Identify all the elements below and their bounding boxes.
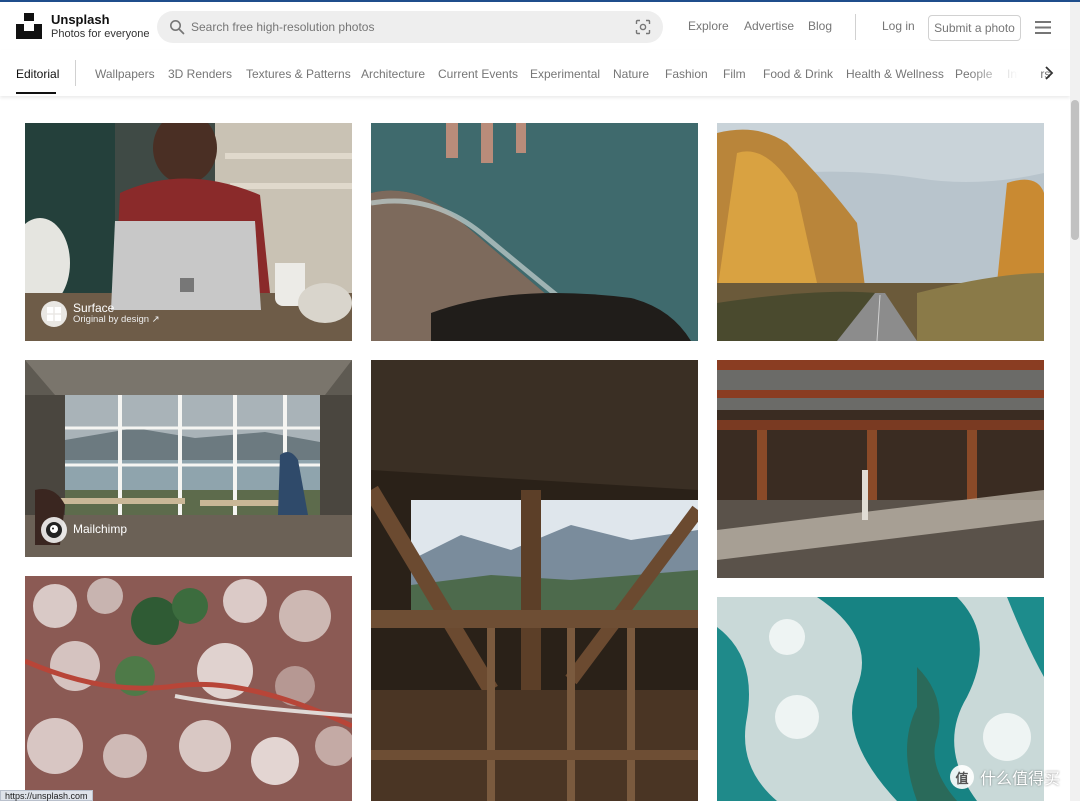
search-icon[interactable] <box>169 19 185 35</box>
photo-industrial-hall[interactable] <box>717 360 1044 578</box>
header: Unsplash Photos for everyone Explore Adv… <box>0 2 1070 50</box>
nav-explore[interactable]: Explore <box>688 19 729 33</box>
topic-food-drink[interactable]: Food & Drink <box>763 67 833 81</box>
topic-editorial[interactable]: Editorial <box>16 67 59 81</box>
windows-logo-icon <box>41 301 67 327</box>
topic-experimental[interactable]: Experimental <box>530 67 600 81</box>
industrial-hall-art <box>717 360 1044 578</box>
brand[interactable]: Unsplash Photos for everyone <box>51 13 149 40</box>
aerial-forest-art <box>25 576 352 801</box>
search-input[interactable] <box>191 11 621 43</box>
beach-water-art <box>371 123 698 341</box>
sponsor-link[interactable]: Original by design ↗ <box>73 315 160 326</box>
autumn-road-art <box>717 123 1044 341</box>
brand-tagline: Photos for everyone <box>51 28 150 40</box>
photo-aerial-forest[interactable] <box>25 576 352 801</box>
nav-blog[interactable]: Blog <box>808 19 832 33</box>
page-scrollbar[interactable] <box>1070 2 1080 801</box>
watermark-logo: 值 <box>950 765 974 789</box>
visual-search-icon[interactable] <box>635 19 651 35</box>
status-url: https://unsplash.com <box>0 790 93 801</box>
sponsor-surface[interactable]: Surface Original by design ↗ <box>41 301 160 327</box>
sponsor-name: Surface <box>73 300 115 315</box>
nav-divider <box>855 14 856 40</box>
topic-fashion[interactable]: Fashion <box>665 67 708 81</box>
topic-fade-overlay <box>968 50 1040 96</box>
photo-beach-water[interactable] <box>371 123 698 341</box>
active-topic-underline <box>16 92 56 94</box>
hamburger-menu-icon[interactable] <box>1035 21 1051 34</box>
brand-name: Unsplash <box>51 12 110 27</box>
topic-textures-patterns[interactable]: Textures & Patterns <box>246 67 351 81</box>
photo-mailchimp-office[interactable]: Mailchimp <box>25 360 352 557</box>
chevron-right-icon[interactable] <box>1042 65 1056 81</box>
photo-wooden-tower[interactable] <box>371 360 698 801</box>
topic-health-wellness[interactable]: Health & Wellness <box>846 67 944 81</box>
login-link[interactable]: Log in <box>882 19 915 33</box>
photo-surface-laptop[interactable]: Surface Original by design ↗ <box>25 123 352 341</box>
photo-autumn-road[interactable] <box>717 123 1044 341</box>
scrollbar-thumb[interactable] <box>1071 100 1079 240</box>
nav-advertise[interactable]: Advertise <box>744 19 794 33</box>
submit-photo-button[interactable]: Submit a photo <box>928 15 1021 41</box>
sponsor-mailchimp[interactable]: Mailchimp <box>41 517 127 543</box>
topic-nav: Editorial Wallpapers 3D Renders Textures… <box>0 50 1070 96</box>
search-bar <box>157 11 663 43</box>
topic-current-events[interactable]: Current Events <box>438 67 518 81</box>
sponsor-name: Mailchimp <box>73 522 128 537</box>
topic-film[interactable]: Film <box>723 67 746 81</box>
topic-3d-renders[interactable]: 3D Renders <box>168 67 232 81</box>
topic-nature[interactable]: Nature <box>613 67 649 81</box>
watermark-text: 什么值得买 <box>980 771 1061 788</box>
topic-divider <box>75 60 76 86</box>
topic-wallpapers[interactable]: Wallpapers <box>95 67 155 81</box>
wooden-tower-art <box>371 360 698 801</box>
topic-architecture[interactable]: Architecture <box>361 67 425 81</box>
mailchimp-logo-icon <box>41 517 67 543</box>
watermark: 值 什么值得买 <box>950 765 1060 789</box>
unsplash-logo[interactable] <box>16 13 42 39</box>
